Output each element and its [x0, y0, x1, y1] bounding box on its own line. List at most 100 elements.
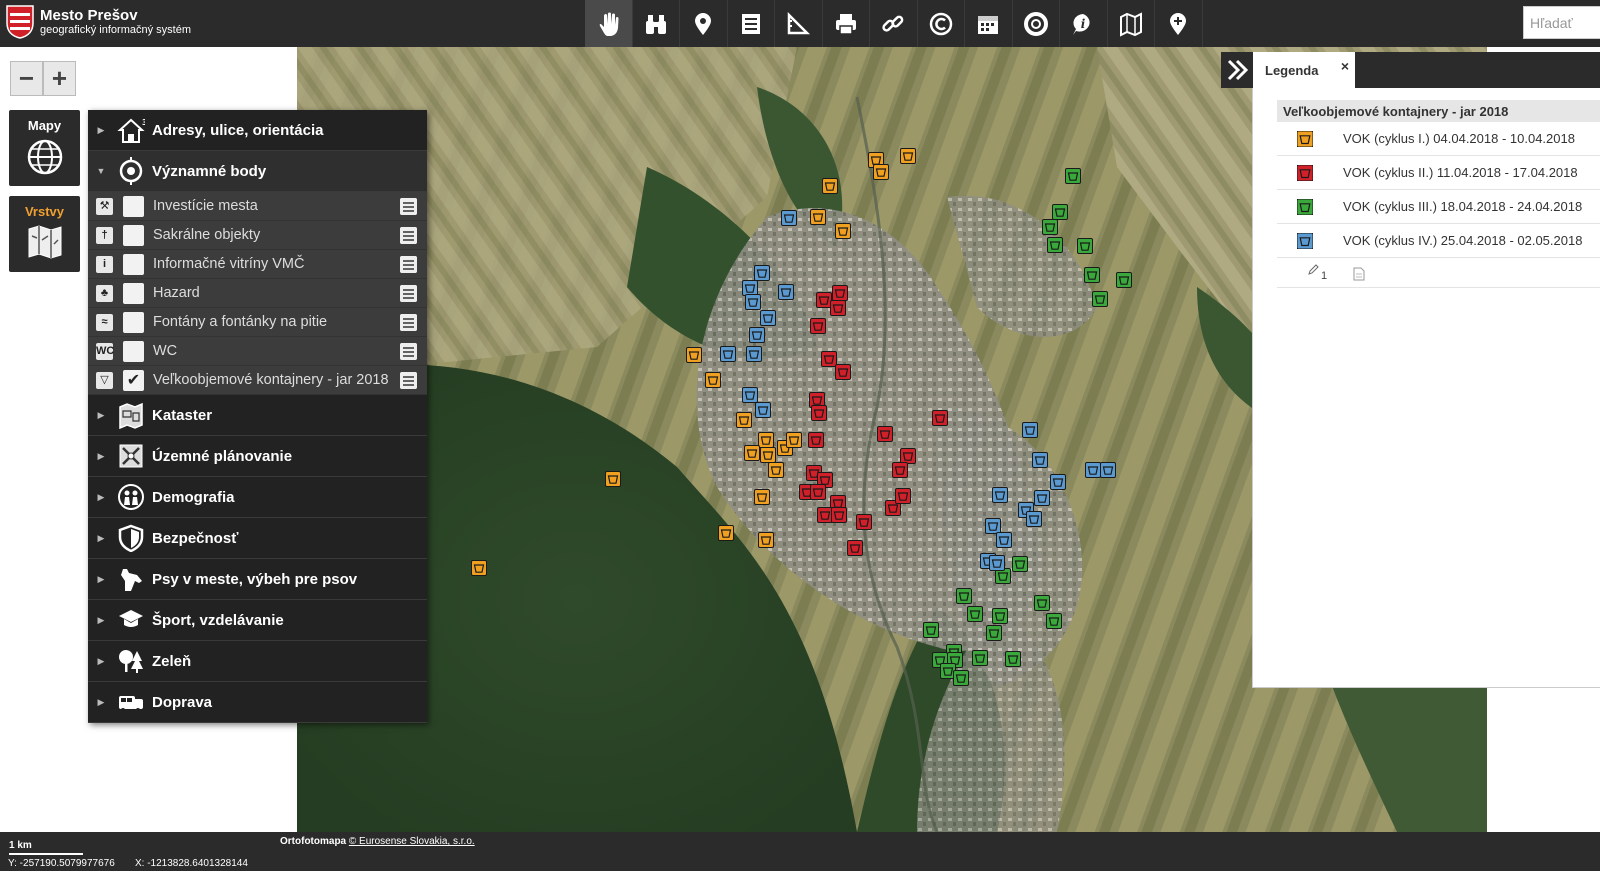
layer-checkbox[interactable] — [123, 282, 144, 304]
tool-button-map-pin[interactable] — [680, 0, 728, 47]
tool-button-hand[interactable] — [585, 0, 633, 47]
container-marker-orange[interactable] — [754, 489, 770, 505]
container-marker-green[interactable] — [1092, 291, 1108, 307]
container-marker-red[interactable] — [877, 426, 893, 442]
container-marker-green[interactable] — [1052, 204, 1068, 220]
layer-group[interactable]: ▶ Psy v meste, výbeh pre psov — [88, 559, 427, 600]
container-marker-green[interactable] — [986, 625, 1002, 641]
zoom-out-button[interactable]: − — [10, 61, 43, 96]
tool-button-calendar[interactable] — [965, 0, 1013, 47]
container-marker-green[interactable] — [1034, 595, 1050, 611]
container-marker-red[interactable] — [830, 300, 846, 316]
container-marker-orange[interactable] — [736, 412, 752, 428]
attribute-table-icon[interactable] — [400, 255, 417, 273]
tool-button-link[interactable] — [870, 0, 918, 47]
container-marker-blue[interactable] — [746, 346, 762, 362]
container-marker-orange[interactable] — [760, 447, 776, 463]
container-marker-red[interactable] — [831, 507, 847, 523]
container-marker-red[interactable] — [832, 285, 848, 301]
layers-button[interactable]: Vrstvy — [9, 196, 80, 272]
container-marker-blue[interactable] — [720, 346, 736, 362]
container-marker-blue[interactable] — [749, 327, 765, 343]
container-marker-blue[interactable] — [781, 210, 797, 226]
tool-button-list[interactable] — [728, 0, 775, 47]
attribute-table-icon[interactable] — [400, 197, 417, 215]
container-marker-orange[interactable] — [810, 209, 826, 225]
container-marker-orange[interactable] — [718, 525, 734, 541]
layer-checkbox[interactable]: ✔ — [123, 369, 144, 391]
tool-button-printer[interactable] — [823, 0, 870, 47]
layer-group[interactable]: ▶ 3 Adresy, ulice, orientácia — [88, 110, 427, 151]
layer-item[interactable]: i Informačné vitríny VMČ — [88, 250, 427, 279]
container-marker-red[interactable] — [847, 540, 863, 556]
container-marker-blue[interactable] — [985, 518, 1001, 534]
container-marker-blue[interactable] — [742, 387, 758, 403]
layer-item[interactable]: † Sakrálne objekty — [88, 221, 427, 250]
container-marker-orange[interactable] — [873, 164, 889, 180]
container-marker-orange[interactable] — [900, 148, 916, 164]
container-marker-green[interactable] — [1084, 267, 1100, 283]
container-marker-orange[interactable] — [835, 223, 851, 239]
container-marker-red[interactable] — [810, 318, 826, 334]
maps-button[interactable]: Mapy — [9, 110, 80, 186]
container-marker-blue[interactable] — [742, 280, 758, 296]
container-marker-blue[interactable] — [1085, 462, 1101, 478]
container-marker-blue[interactable] — [996, 532, 1012, 548]
container-marker-green[interactable] — [992, 608, 1008, 624]
container-marker-red[interactable] — [817, 507, 833, 523]
attribution-link[interactable]: © Eurosense Slovakia, s.r.o. — [349, 836, 475, 847]
layer-group[interactable]: ▼ Významné body — [88, 151, 427, 192]
container-marker-blue[interactable] — [760, 310, 776, 326]
container-marker-green[interactable] — [1065, 168, 1081, 184]
layer-item[interactable]: ⚒ Investície mesta — [88, 192, 427, 221]
layer-group[interactable]: ▶ Územné plánovanie — [88, 436, 427, 477]
container-marker-red[interactable] — [900, 448, 916, 464]
container-marker-green[interactable] — [967, 606, 983, 622]
attribute-table-icon[interactable] — [400, 371, 417, 389]
container-marker-blue[interactable] — [1100, 462, 1116, 478]
container-marker-blue[interactable] — [1026, 511, 1042, 527]
layer-checkbox[interactable] — [123, 195, 144, 217]
layer-item[interactable]: ♣ Hazard — [88, 279, 427, 308]
layer-group[interactable]: ▶ Šport, vzdelávanie — [88, 600, 427, 641]
collapse-panel-icon[interactable] — [1223, 55, 1253, 85]
container-marker-green[interactable] — [1005, 651, 1021, 667]
tool-button-location-add[interactable] — [1155, 0, 1203, 47]
container-marker-orange[interactable] — [686, 347, 702, 363]
container-marker-blue[interactable] — [1032, 452, 1048, 468]
container-marker-red[interactable] — [932, 410, 948, 426]
container-marker-green[interactable] — [1046, 613, 1062, 629]
container-marker-green[interactable] — [956, 588, 972, 604]
tool-button-binoculars[interactable] — [633, 0, 680, 47]
container-marker-orange[interactable] — [758, 532, 774, 548]
container-marker-orange[interactable] — [705, 372, 721, 388]
container-marker-blue[interactable] — [778, 284, 794, 300]
container-marker-red[interactable] — [821, 351, 837, 367]
container-marker-orange[interactable] — [786, 432, 802, 448]
container-marker-orange[interactable] — [768, 462, 784, 478]
container-marker-red[interactable] — [895, 488, 911, 504]
attribute-table-icon[interactable] — [400, 226, 417, 244]
container-marker-blue[interactable] — [1050, 474, 1066, 490]
tool-button-info[interactable]: i — [1060, 0, 1108, 47]
tool-button-lifebuoy[interactable] — [1013, 0, 1060, 47]
container-marker-red[interactable] — [835, 364, 851, 380]
container-marker-blue[interactable] — [754, 265, 770, 281]
layer-checkbox[interactable] — [123, 311, 144, 333]
container-marker-blue[interactable] — [1034, 490, 1050, 506]
container-marker-green[interactable] — [923, 622, 939, 638]
container-marker-blue[interactable] — [989, 555, 1005, 571]
tool-button-copyright[interactable] — [918, 0, 965, 47]
attribute-table-icon[interactable] — [400, 313, 417, 331]
container-marker-red[interactable] — [892, 462, 908, 478]
layer-group[interactable]: ▶ Kataster — [88, 395, 427, 436]
layer-item[interactable]: ▽ ✔ Veľkoobjemové kontajnery - jar 2018 — [88, 366, 427, 395]
layer-checkbox[interactable] — [123, 340, 144, 362]
container-marker-blue[interactable] — [745, 294, 761, 310]
layer-group[interactable]: ▶ Zeleň — [88, 641, 427, 682]
container-marker-green[interactable] — [972, 650, 988, 666]
close-icon[interactable]: × — [1341, 58, 1349, 74]
container-marker-orange[interactable] — [758, 432, 774, 448]
container-marker-red[interactable] — [810, 484, 826, 500]
tool-button-map[interactable] — [1108, 0, 1155, 47]
